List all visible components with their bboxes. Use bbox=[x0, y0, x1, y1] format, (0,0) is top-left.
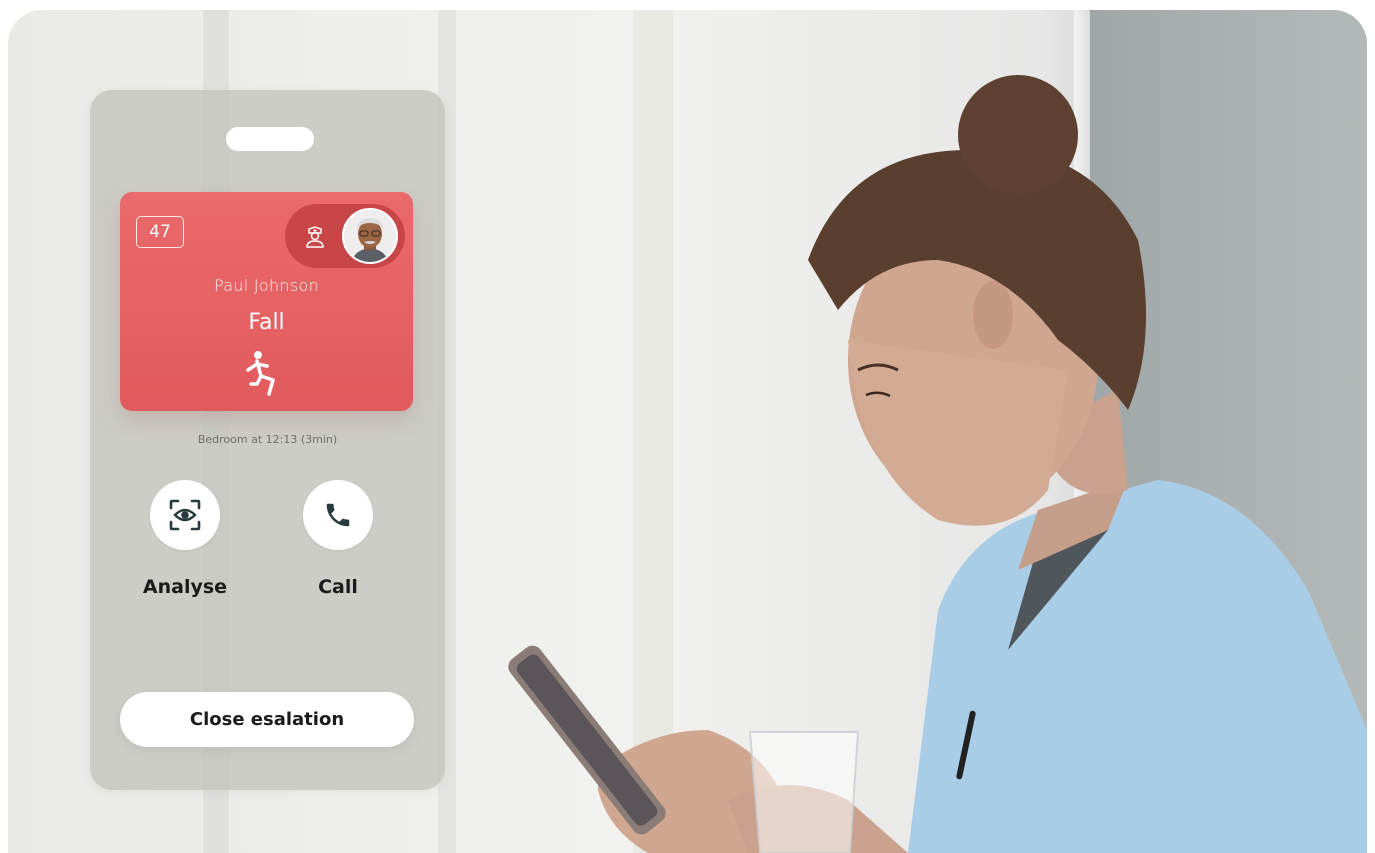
phone-notch bbox=[226, 127, 314, 151]
fall-alert-card[interactable]: 47 Paul Johnson Fall bbox=[120, 192, 413, 411]
fall-icon bbox=[246, 351, 275, 396]
analyse-button[interactable] bbox=[150, 480, 220, 550]
room-number-badge: 47 bbox=[136, 216, 184, 248]
assigned-staff-pill[interactable] bbox=[285, 204, 405, 268]
patient-name: Paul Johnson bbox=[213, 276, 320, 295]
call-button[interactable] bbox=[303, 480, 373, 550]
analyse-action: Analyse bbox=[130, 480, 240, 598]
alert-type-title: Fall bbox=[248, 310, 285, 335]
scrubs bbox=[908, 480, 1367, 853]
ear bbox=[973, 281, 1013, 349]
phone-icon bbox=[326, 503, 350, 527]
face-lower bbox=[848, 340, 1068, 526]
eye-scan-icon bbox=[169, 499, 201, 531]
event-location-time: Bedroom at 12:13 (3min) bbox=[197, 433, 338, 446]
call-label: Call bbox=[318, 576, 358, 598]
analyse-label: Analyse bbox=[142, 576, 228, 598]
call-action: Call bbox=[283, 480, 393, 598]
alert-phone-panel: 47 Paul Johnson Fall Bedroom at 12:13 (3… bbox=[90, 90, 445, 790]
water-glass bbox=[748, 731, 860, 853]
close-escalation-button[interactable]: Close esalation bbox=[120, 692, 414, 747]
patient-avatar bbox=[342, 208, 398, 264]
nurse-icon bbox=[306, 226, 324, 248]
patient-avatar-image bbox=[344, 210, 396, 262]
held-phone-screen bbox=[516, 654, 658, 826]
hair-bun bbox=[958, 75, 1078, 195]
